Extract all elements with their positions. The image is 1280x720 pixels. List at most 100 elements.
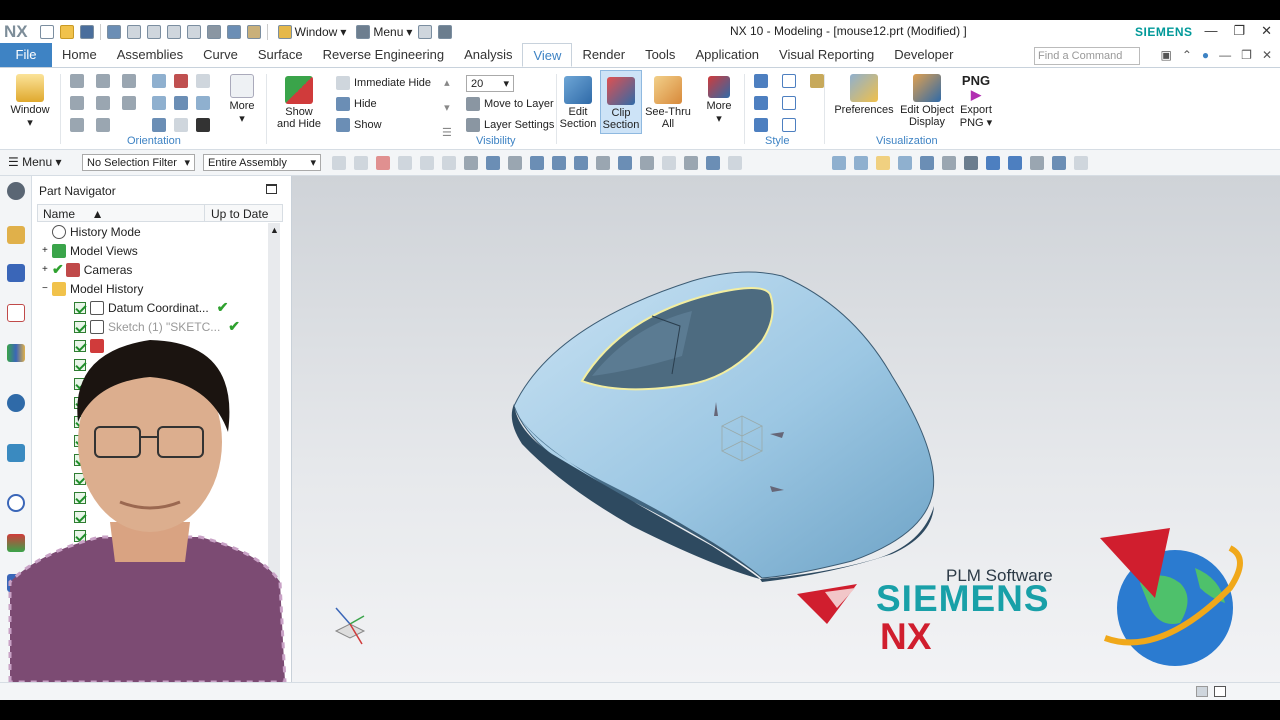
- select-edge-icon[interactable]: [420, 156, 434, 170]
- tab-assemblies[interactable]: Assemblies: [107, 43, 193, 67]
- constraint-navigator-icon[interactable]: [7, 264, 25, 282]
- snap-intersection-icon[interactable]: [684, 156, 698, 170]
- visibility-checkbox[interactable]: [74, 301, 86, 314]
- col-name-header[interactable]: Name ▲: [43, 207, 104, 221]
- settings-gear-icon[interactable]: [7, 182, 25, 200]
- rotate-icon[interactable]: [152, 118, 166, 132]
- move-to-layer-button[interactable]: Move to Layer: [466, 97, 554, 111]
- window-menu[interactable]: Window ▾: [277, 25, 346, 39]
- selection-filter-dropdown[interactable]: No Selection Filter ▾: [82, 154, 195, 171]
- show-partial-icon[interactable]: [1214, 686, 1226, 697]
- repeat-command-icon[interactable]: [226, 25, 241, 39]
- shaded-with-edges-icon[interactable]: [754, 74, 768, 88]
- redo-icon[interactable]: [126, 25, 141, 39]
- render-style-icon[interactable]: [964, 156, 978, 170]
- collapse-ribbon-icon[interactable]: ⌃: [1182, 48, 1192, 62]
- snap-arc-icon[interactable]: [552, 156, 566, 170]
- list-item[interactable]: − Model History: [42, 279, 272, 298]
- window-button[interactable]: Window ▾: [6, 74, 54, 129]
- tab-curve[interactable]: Curve: [193, 43, 248, 67]
- save-icon[interactable]: [79, 25, 94, 39]
- paste-icon[interactable]: [186, 25, 201, 39]
- visualization-more-button[interactable]: More ▾: [702, 76, 736, 125]
- tab-file[interactable]: File: [0, 43, 52, 67]
- select-body-icon[interactable]: [376, 156, 390, 170]
- shade-icon[interactable]: [196, 118, 210, 132]
- customize-icon[interactable]: [438, 25, 453, 39]
- hidden-wireframe-icon[interactable]: [782, 96, 796, 110]
- static-wireframe-icon[interactable]: [782, 118, 796, 132]
- hide-button[interactable]: Hide: [336, 97, 377, 111]
- show-button[interactable]: Show: [336, 118, 382, 132]
- shaded-view-icon[interactable]: [986, 156, 1000, 170]
- zoom-icon[interactable]: [174, 74, 188, 88]
- face-analysis-icon[interactable]: [810, 96, 824, 110]
- snap-icon[interactable]: [418, 25, 433, 39]
- work-layer-icon[interactable]: [1030, 156, 1044, 170]
- section-view-icon[interactable]: [1052, 156, 1066, 170]
- preferences-button[interactable]: Preferences: [834, 74, 894, 116]
- rectangle-select-icon[interactable]: [442, 156, 456, 170]
- assembly-navigator-icon[interactable]: [7, 226, 25, 244]
- left-view-icon[interactable]: [96, 118, 110, 132]
- layer-settings-button[interactable]: Layer Settings: [466, 118, 554, 132]
- export-png-button[interactable]: PNG ▶ Export PNG ▾: [958, 74, 994, 130]
- bottom-view-icon[interactable]: [70, 118, 84, 132]
- list-item[interactable]: + ✔ Cameras: [42, 260, 272, 279]
- snap-endpoint-icon[interactable]: [508, 156, 522, 170]
- clip-section-button[interactable]: Clip Section: [600, 70, 642, 134]
- collapse-icon[interactable]: −: [42, 283, 52, 294]
- close-icon[interactable]: ✕: [1261, 23, 1272, 39]
- snap-midpoint-icon[interactable]: [596, 156, 610, 170]
- part-navigator-icon[interactable]: [7, 304, 25, 322]
- layer-dropdown[interactable]: 20 ▾: [466, 75, 514, 92]
- background-icon[interactable]: [1008, 156, 1022, 170]
- maximize-panel-icon[interactable]: [266, 184, 277, 194]
- partially-shaded-icon[interactable]: [754, 118, 768, 132]
- doc-minimize-icon[interactable]: —: [1219, 48, 1231, 62]
- expand-icon[interactable]: +: [42, 245, 52, 256]
- zoom-window-icon[interactable]: [876, 156, 890, 170]
- studio-icon[interactable]: [810, 74, 824, 88]
- shaded-icon[interactable]: [782, 74, 796, 88]
- help-icon[interactable]: ●: [1202, 48, 1209, 62]
- back-view-icon[interactable]: [122, 96, 136, 110]
- see-thru-all-button[interactable]: See-Thru All: [644, 76, 692, 130]
- snap-control-icon[interactable]: [618, 156, 632, 170]
- tab-render[interactable]: Render: [572, 43, 635, 67]
- tab-tools[interactable]: Tools: [635, 43, 685, 67]
- select-feature-icon[interactable]: [354, 156, 368, 170]
- list-item[interactable]: + Model Views: [42, 241, 272, 260]
- restore-view-icon[interactable]: [174, 118, 188, 132]
- restore-icon[interactable]: ❐: [1233, 23, 1245, 39]
- trimetric-icon[interactable]: [70, 74, 84, 88]
- tab-developer[interactable]: Developer: [884, 43, 963, 67]
- undo-icon[interactable]: [106, 25, 121, 39]
- doc-restore-icon[interactable]: ❐: [1241, 48, 1252, 62]
- tab-surface[interactable]: Surface: [248, 43, 313, 67]
- view-options-icon[interactable]: ▣: [1161, 48, 1172, 62]
- list-item[interactable]: History Mode: [52, 222, 282, 241]
- wireframe-icon[interactable]: [754, 96, 768, 110]
- tab-reverse-engineering[interactable]: Reverse Engineering: [313, 43, 454, 67]
- show-and-hide-button[interactable]: Show and Hide: [272, 76, 326, 130]
- doc-close-icon[interactable]: ✕: [1262, 48, 1272, 62]
- edit-section-button[interactable]: Edit Section: [558, 76, 598, 130]
- isometric-icon[interactable]: [96, 74, 110, 88]
- fit-icon[interactable]: [152, 74, 166, 88]
- orientation-more-button[interactable]: More ▾: [226, 74, 258, 125]
- rotate-view-icon[interactable]: [920, 156, 934, 170]
- copy-icon[interactable]: [166, 25, 181, 39]
- open-folder-icon[interactable]: [59, 25, 74, 39]
- measure-icon[interactable]: [1074, 156, 1088, 170]
- snap-point-icon[interactable]: [728, 156, 742, 170]
- list-item[interactable]: Datum Coordinat... ✔: [74, 298, 304, 317]
- snap-view-icon[interactable]: [174, 96, 188, 110]
- touch-mode-icon[interactable]: [246, 25, 261, 39]
- selection-scope-dropdown[interactable]: Entire Assembly ▾: [203, 154, 321, 171]
- minimize-icon[interactable]: —: [1204, 23, 1217, 39]
- zoom-in-icon[interactable]: [196, 96, 210, 110]
- zoom-icon[interactable]: [854, 156, 868, 170]
- visibility-scroll-icon[interactable]: ▴ ▾ ☰: [442, 76, 452, 139]
- fit-view-icon[interactable]: [152, 96, 166, 110]
